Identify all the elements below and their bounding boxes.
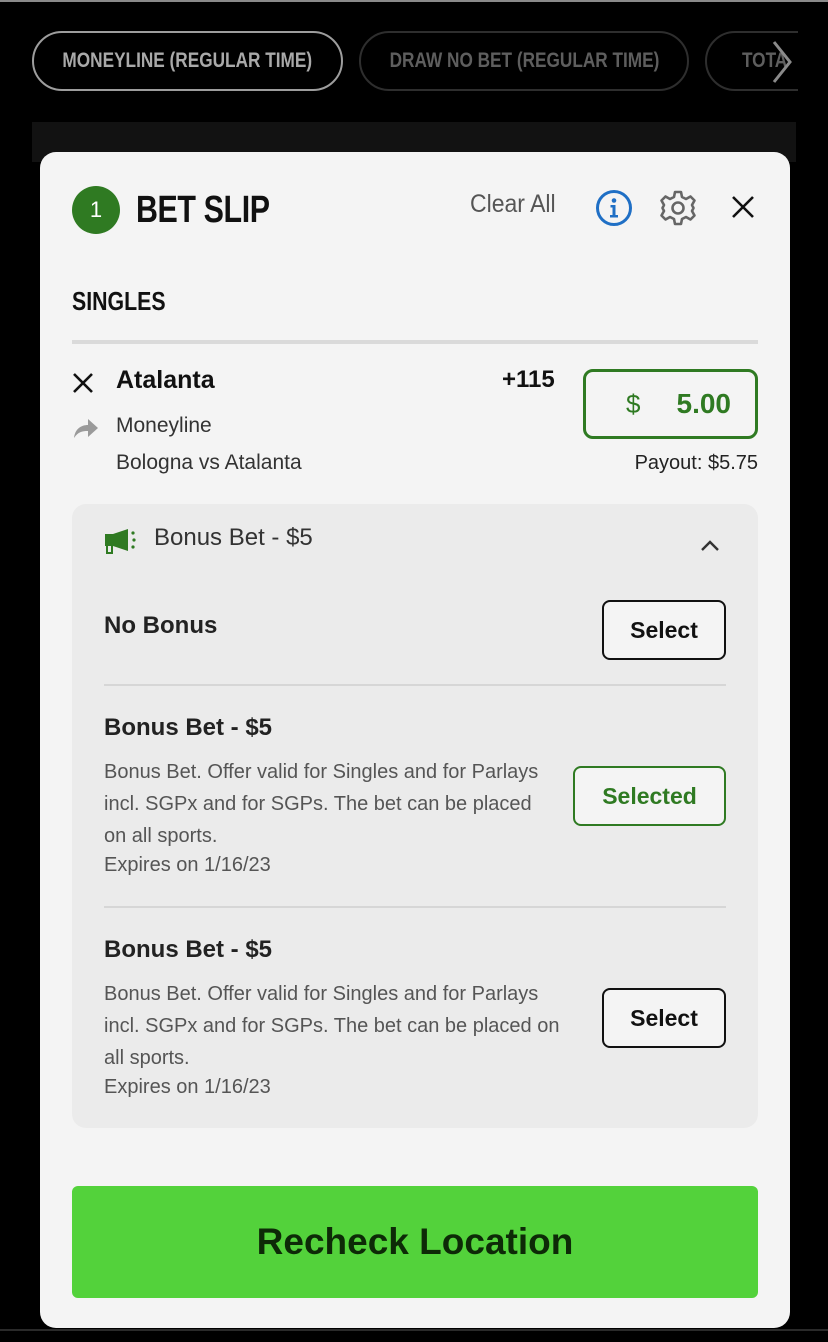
info-button[interactable] (594, 188, 634, 228)
market-tabs: MONEYLINE (REGULAR TIME) DRAW NO BET (RE… (32, 31, 798, 91)
tab-label: MONEYLINE (REGULAR TIME) (62, 49, 313, 72)
close-icon (732, 196, 754, 218)
bonus-header-label: Bonus Bet - $5 (154, 524, 313, 551)
option-divider (104, 906, 726, 908)
top-border (0, 0, 828, 2)
select-bonus-button[interactable]: Select (602, 988, 726, 1048)
singles-section-title: SINGLES (72, 286, 166, 316)
section-divider (72, 340, 758, 344)
currency-symbol: $ (626, 388, 641, 419)
remove-bet-button[interactable] (70, 370, 96, 396)
option-expiry: Expires on 1/16/23 (104, 1076, 271, 1098)
option-title: Bonus Bet - $5 (104, 936, 273, 963)
payout-amount: Payout: $5.75 (634, 452, 758, 474)
close-button[interactable] (726, 190, 760, 224)
stake-input[interactable]: $ 5.00 (583, 369, 758, 439)
info-icon (596, 190, 632, 226)
collapse-bonus-button[interactable] (698, 538, 722, 554)
bet-odds: +115 (502, 366, 555, 393)
option-title: Bonus Bet - $5 (104, 714, 273, 741)
selected-bonus-button[interactable]: Selected (573, 766, 726, 826)
bonus-bet-panel: Bonus Bet - $5 No Bonus Select Bonus Bet… (72, 504, 758, 1128)
bet-matchup: Bologna vs Atalanta (116, 451, 302, 474)
option-divider (104, 684, 726, 686)
bet-selection: Atalanta (116, 366, 215, 394)
option-title: No Bonus (104, 612, 218, 639)
tab-moneyline[interactable]: MONEYLINE (REGULAR TIME) (32, 31, 343, 91)
bet-slip-panel: 1 BET SLIP Clear All SINGLES Atalanta +1… (40, 152, 790, 1328)
chevron-up-icon (701, 540, 719, 551)
share-arrow-icon (74, 419, 98, 438)
clear-all-button[interactable]: Clear All (470, 190, 556, 219)
remove-x-icon (73, 373, 93, 393)
chevron-right-icon[interactable] (770, 38, 800, 86)
stake-value: 5.00 (676, 388, 732, 419)
option-description: Bonus Bet. Offer valid for Singles and f… (104, 983, 560, 1069)
recheck-location-button[interactable]: Recheck Location (72, 1186, 758, 1298)
settings-button[interactable] (658, 188, 698, 228)
select-no-bonus-button[interactable]: Select (602, 600, 726, 660)
gear-icon (660, 190, 696, 226)
tab-label: DRAW NO BET (REGULAR TIME) (389, 49, 659, 72)
bet-market: Moneyline (116, 414, 212, 437)
bet-count-badge: 1 (72, 186, 120, 234)
tab-draw-no-bet[interactable]: DRAW NO BET (REGULAR TIME) (359, 31, 689, 91)
megaphone-icon (105, 529, 136, 554)
option-description: Bonus Bet. Offer valid for Singles and f… (104, 761, 539, 847)
bottom-border (0, 1329, 828, 1331)
bet-slip-title: BET SLIP (136, 189, 270, 231)
option-expiry: Expires on 1/16/23 (104, 854, 271, 876)
